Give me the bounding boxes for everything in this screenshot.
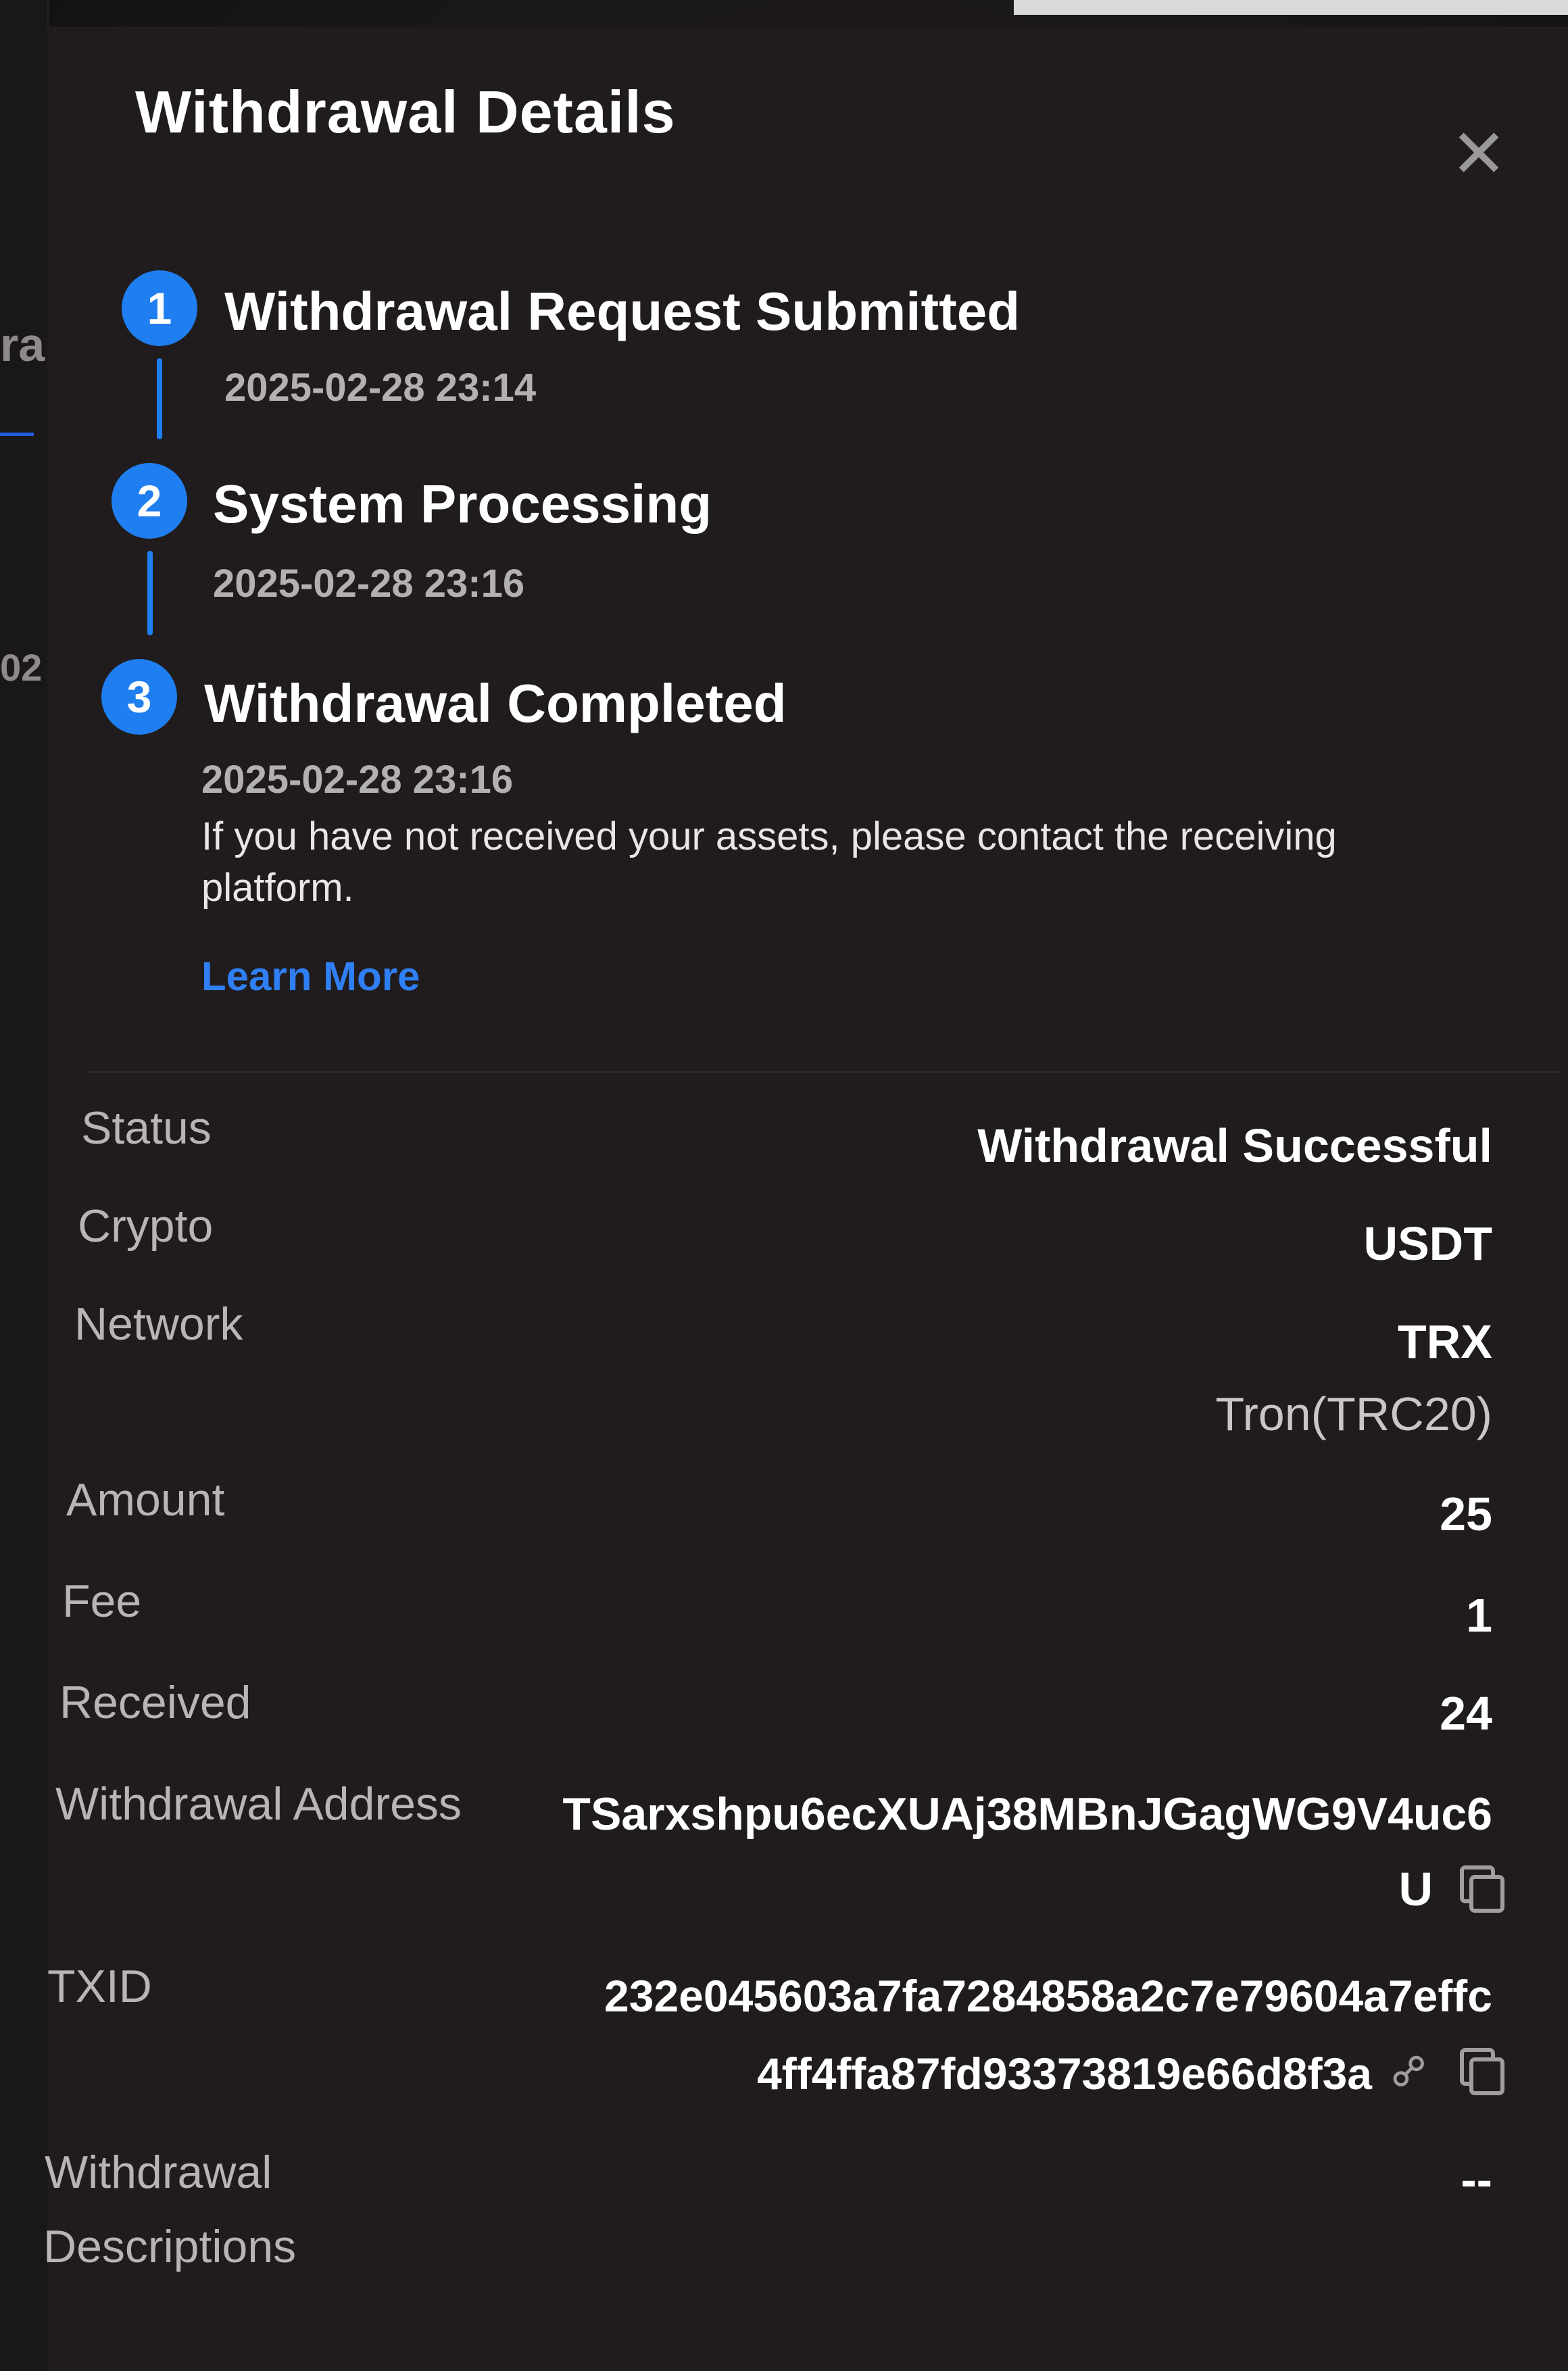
top-edge bbox=[1014, 0, 1568, 15]
external-link-icon[interactable]: ⚯ bbox=[1371, 2033, 1447, 2109]
step-3-title: Withdrawal Completed bbox=[204, 673, 787, 733]
step-3-time: 2025-02-28 23:16 bbox=[201, 758, 514, 802]
section-divider bbox=[88, 1071, 1561, 1073]
background-tab-underline bbox=[0, 433, 34, 436]
withdrawal-descriptions-value: -- bbox=[1461, 2153, 1492, 2206]
network-full-name: Tron(TRC20) bbox=[1215, 1388, 1492, 1440]
copy-address-icon[interactable] bbox=[1460, 1865, 1507, 1913]
amount-value: 25 bbox=[1440, 1488, 1492, 1540]
receive-notice: If you have not received your assets, pl… bbox=[201, 814, 1337, 910]
step-1-badge: 1 bbox=[122, 270, 197, 346]
withdrawal-descriptions-label-line-1: Withdrawal bbox=[45, 2147, 272, 2198]
received-value: 24 bbox=[1440, 1687, 1492, 1740]
step-connector bbox=[147, 551, 153, 635]
step-1-title: Withdrawal Request Submitted bbox=[224, 281, 1021, 341]
withdrawal-address-line-1: TSarxshpu6ecXUAj38MBnJGagWG9V4uc6 bbox=[562, 1788, 1492, 1840]
network-label: Network bbox=[74, 1298, 243, 1350]
withdrawal-address-label: Withdrawal Address bbox=[55, 1778, 462, 1830]
amount-label: Amount bbox=[66, 1474, 225, 1525]
background-text-fragment: ra bbox=[0, 318, 45, 371]
learn-more-link[interactable]: Learn More bbox=[201, 953, 420, 1000]
fee-label: Fee bbox=[62, 1575, 142, 1627]
step-2-title: System Processing bbox=[213, 474, 712, 534]
txid-label: TXID bbox=[47, 1961, 152, 2012]
fee-value: 1 bbox=[1466, 1589, 1492, 1642]
crypto-label: Crypto bbox=[78, 1200, 214, 1252]
step-connector bbox=[157, 358, 162, 439]
background-text-fragment: 02 bbox=[0, 646, 43, 689]
txid-line-2[interactable]: 4ff4ffa87fd93373819e66d8f3a bbox=[757, 2048, 1372, 2099]
withdrawal-details-dialog: Withdrawal Details ✕ 1 Withdrawal Reques… bbox=[43, 27, 1568, 2371]
step-1-time: 2025-02-28 23:14 bbox=[224, 366, 537, 410]
background-page: ra 02 bbox=[0, 0, 49, 2371]
network-value: TRX bbox=[1398, 1315, 1492, 1368]
step-2-badge: 2 bbox=[112, 463, 187, 539]
withdrawal-descriptions-label-line-2: Descriptions bbox=[43, 2221, 297, 2272]
copy-txid-icon[interactable] bbox=[1460, 2048, 1507, 2095]
txid-line-1[interactable]: 232e045603a7fa7284858a2c7e79604a7effc bbox=[604, 1970, 1492, 2022]
crypto-value: USDT bbox=[1363, 1217, 1492, 1270]
status-value: Withdrawal Successful bbox=[977, 1119, 1492, 1172]
status-label: Status bbox=[81, 1102, 212, 1154]
close-icon[interactable]: ✕ bbox=[1446, 120, 1511, 188]
dialog-title: Withdrawal Details bbox=[135, 78, 676, 145]
page: ra 02 Withdrawal Details ✕ 1 Withdrawal … bbox=[0, 0, 1568, 2371]
received-label: Received bbox=[59, 1677, 251, 1728]
step-3-badge: 3 bbox=[101, 659, 177, 735]
withdrawal-address-line-2: U bbox=[1398, 1863, 1433, 1915]
step-2-time: 2025-02-28 23:16 bbox=[213, 562, 525, 606]
